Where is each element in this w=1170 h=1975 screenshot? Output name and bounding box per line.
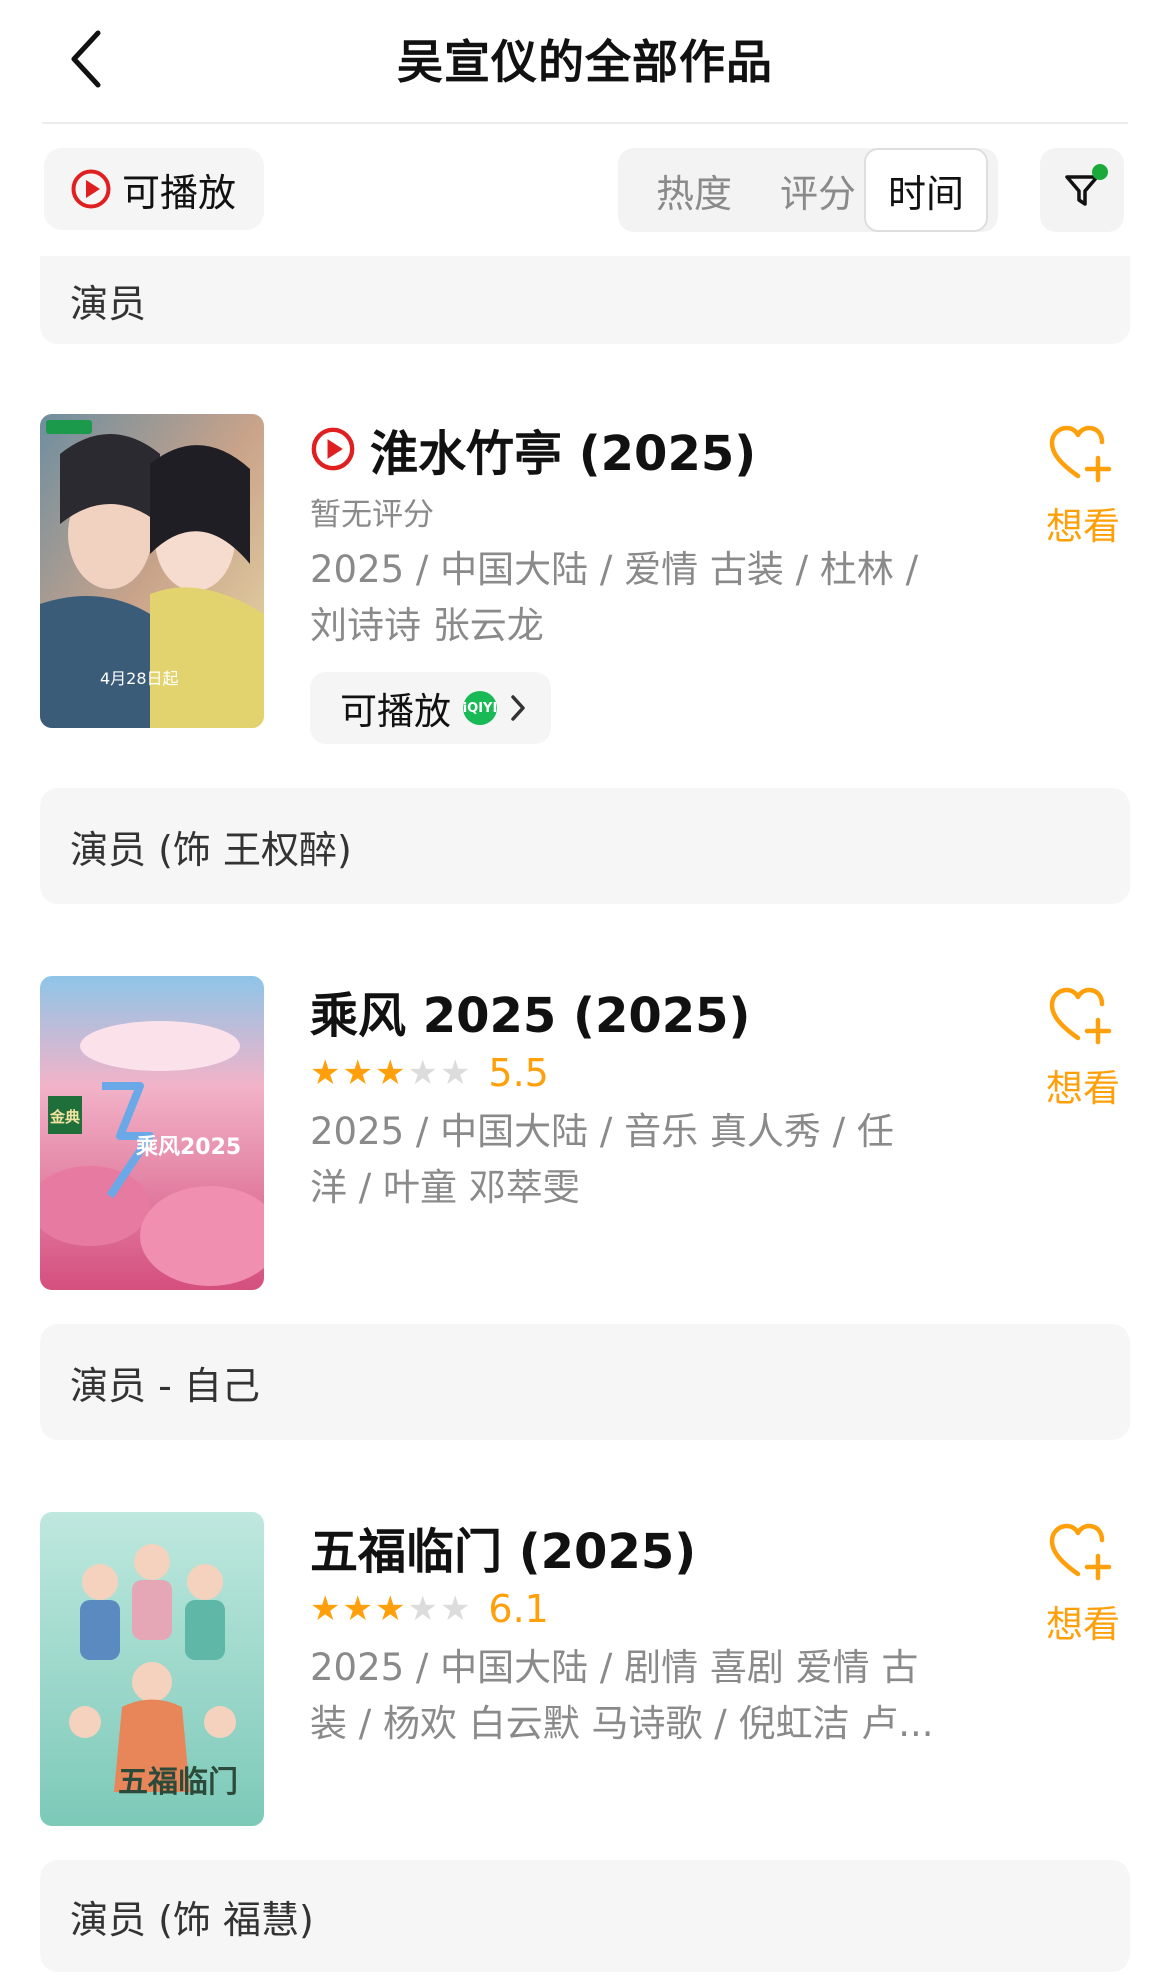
rating-score: 6.1 (488, 1587, 549, 1631)
work-title[interactable]: 乘风 2025 (2025) (310, 976, 751, 1046)
header: 吴宣仪的全部作品 (0, 0, 1170, 124)
role-label: 演员 - 自己 (70, 1363, 260, 1408)
work-meta-line: 2025 / 中国大陆 / 爱情 古装 / 杜林 / (310, 548, 919, 591)
work-info: 乘风 2025 (2025) ★ ★ ★ ★ ★ 5.5 2025 / 中国大陆… (310, 976, 950, 1216)
no-rating-label: 暂无评分 (310, 496, 434, 533)
want-to-watch-label: 想看 (1046, 1603, 1120, 1646)
page-title: 吴宣仪的全部作品 (397, 35, 773, 89)
want-to-watch-button[interactable]: 想看 (1038, 986, 1128, 1112)
filter-active-dot (1092, 164, 1108, 180)
sort-segmented-control: 热度 评分 时间 (618, 148, 998, 232)
star-icon: ★ (374, 1053, 406, 1093)
work-meta-line: 刘诗诗 张云龙 (310, 604, 544, 647)
work-meta: 2025 / 中国大陆 / 音乐 真人秀 / 任 洋 / 叶童 邓萃雯 (310, 1104, 950, 1216)
work-item[interactable]: 五福临门 五福临门 (2025) ★ ★ ★ ★ ★ 6.1 2025 / 中国… (0, 1512, 1170, 1832)
sort-tab-popularity[interactable]: 热度 (632, 148, 756, 232)
sort-tab-time[interactable]: 时间 (864, 148, 988, 232)
role-bar: 演员 - 自己 (40, 1324, 1130, 1440)
work-title[interactable]: 淮水竹亭 (2025) (370, 414, 756, 484)
poster-image[interactable]: 4月28日起 (40, 414, 264, 728)
role-label: 演员 (70, 281, 147, 326)
work-meta-line: 装 / 杨欢 白云默 马诗歌 / 倪虹洁 卢... (310, 1702, 934, 1745)
heart-plus-icon (1049, 1523, 1112, 1581)
play-circle-icon (311, 427, 355, 471)
poster-image[interactable]: 金典 乘风2025 (40, 976, 264, 1290)
chevron-right-icon (511, 695, 525, 721)
want-to-watch-button[interactable]: 想看 (1038, 424, 1128, 550)
star-icon: ★ (342, 1053, 373, 1093)
role-bar: 演员 (饰 王权醉) (40, 788, 1130, 904)
work-meta-line: 2025 / 中国大陆 / 剧情 喜剧 爱情 古 (310, 1646, 919, 1689)
work-info: 淮水竹亭 (2025) 暂无评分 2025 / 中国大陆 / 爱情 古装 / 杜… (310, 414, 950, 744)
star-icon: ★ (407, 1589, 438, 1629)
filter-bar: 可播放 热度 评分 时间 (0, 148, 1170, 232)
want-to-watch-button[interactable]: 想看 (1038, 1522, 1128, 1648)
role-bar: 演员 (40, 256, 1130, 344)
star-icon: ★ (342, 1589, 373, 1629)
role-label: 演员 (饰 王权醉) (70, 827, 352, 872)
heart-plus-icon (1049, 987, 1112, 1045)
work-meta: 2025 / 中国大陆 / 爱情 古装 / 杜林 / 刘诗诗 张云龙 (310, 542, 950, 654)
filter-button[interactable] (1040, 148, 1124, 232)
star-icon: ★ (310, 1053, 341, 1093)
work-item[interactable]: 4月28日起 淮水竹亭 (2025) 暂无评分 2025 / 中国大陆 / 爱情… (0, 414, 1170, 744)
header-divider (42, 122, 1128, 124)
play-circle-icon (71, 169, 111, 209)
work-meta: 2025 / 中国大陆 / 剧情 喜剧 爱情 古 装 / 杨欢 白云默 马诗歌 … (310, 1640, 950, 1752)
want-to-watch-label: 想看 (1046, 505, 1120, 548)
star-icon: ★ (439, 1053, 471, 1093)
work-meta-line: 2025 / 中国大陆 / 音乐 真人秀 / 任 (310, 1110, 894, 1153)
star-icon: ★ (407, 1053, 438, 1093)
playable-button[interactable]: 可播放 iQIYI (310, 672, 551, 744)
playable-filter-button[interactable]: 可播放 (44, 148, 264, 230)
poster-logo: 乘风2025 (135, 1135, 241, 1160)
heart-plus-icon (1049, 425, 1112, 483)
poster-badge: 金典 (49, 1108, 80, 1126)
poster-title: 五福临门 (118, 1765, 238, 1800)
star-rating: ★ ★ ★ ★ ★ (310, 1056, 470, 1090)
playable-label: 可播放 (340, 690, 451, 733)
star-rating: ★ ★ ★ ★ ★ (310, 1592, 470, 1626)
poster-image[interactable]: 五福临门 (40, 1512, 264, 1826)
sort-tab-rating[interactable]: 评分 (756, 148, 880, 232)
rating-score: 5.5 (488, 1051, 549, 1095)
work-item[interactable]: 金典 乘风2025 乘风 2025 (2025) ★ ★ ★ ★ ★ 5.5 2… (0, 976, 1170, 1296)
star-icon: ★ (310, 1589, 341, 1629)
star-icon: ★ (374, 1589, 406, 1629)
star-icon: ★ (439, 1589, 471, 1629)
role-label: 演员 (饰 福慧) (70, 1897, 314, 1942)
work-title[interactable]: 五福临门 (2025) (310, 1512, 696, 1582)
work-meta-line: 洋 / 叶童 邓萃雯 (310, 1166, 580, 1209)
want-to-watch-label: 想看 (1046, 1067, 1120, 1110)
svg-text:4月28日起: 4月28日起 (100, 669, 179, 688)
iqiyi-logo-icon: iQIYI (463, 691, 497, 725)
work-info: 五福临门 (2025) ★ ★ ★ ★ ★ 6.1 2025 / 中国大陆 / … (310, 1512, 950, 1752)
playable-filter-label: 可播放 (122, 170, 237, 215)
role-bar: 演员 (饰 福慧) (40, 1860, 1130, 1972)
